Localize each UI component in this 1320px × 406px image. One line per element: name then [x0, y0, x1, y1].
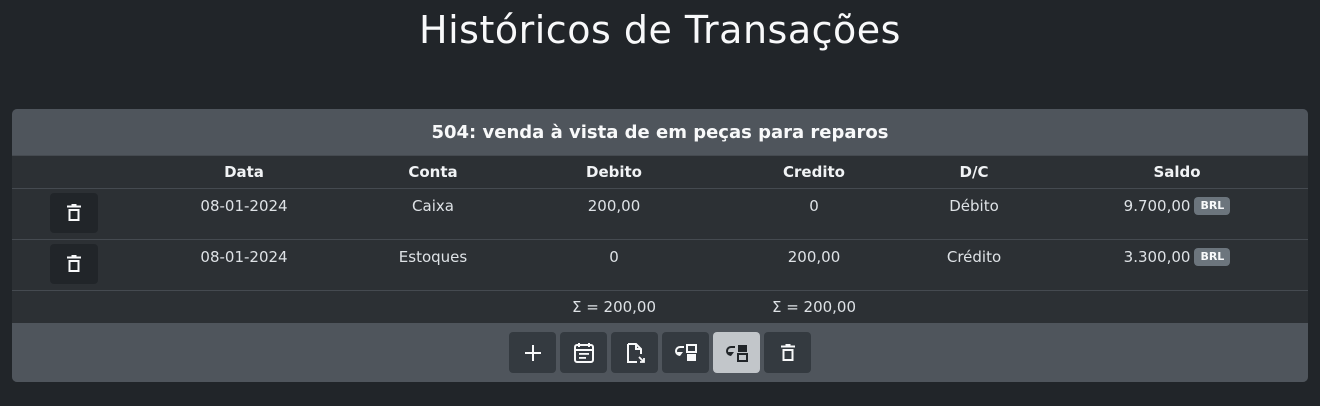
column-header-dc: D/C [959, 163, 989, 181]
cell-debito: 200,00 [587, 197, 641, 215]
table-row: 08-01-2024 Estoques 0 200,00 Crédito 3.3… [12, 239, 1308, 290]
page-title: Históricos de Transações [419, 8, 901, 52]
transaction-header: 504: venda à vista de em peças para repa… [12, 109, 1308, 155]
cell-saldo: 3.300,00 BRL [1082, 248, 1272, 266]
cell-dc: Crédito [946, 248, 1002, 266]
column-header-conta: Conta [408, 163, 458, 181]
column-header-debito: Debito [586, 163, 642, 181]
trash-icon [67, 255, 81, 273]
column-header-data: Data [224, 163, 264, 181]
total-credito: Σ = 200,00 [771, 298, 857, 316]
cell-saldo: 9.700,00 BRL [1082, 197, 1272, 215]
add-button[interactable] [509, 332, 556, 373]
saldo-value: 9.700,00 [1123, 197, 1191, 215]
total-debito: Σ = 200,00 [571, 298, 657, 316]
currency-badge: BRL [1194, 248, 1231, 266]
cell-dc: Débito [949, 197, 999, 215]
cell-conta: Caixa [412, 197, 454, 215]
saldo-value: 3.300,00 [1123, 248, 1191, 266]
swap-left-button[interactable] [662, 332, 709, 373]
cell-data: 08-01-2024 [200, 248, 288, 266]
trash-icon [780, 343, 795, 362]
cell-conta: Estoques [398, 248, 468, 266]
table-row: 08-01-2024 Caixa 200,00 0 Débito 9.700,0… [12, 188, 1308, 239]
delete-row-button[interactable] [50, 193, 98, 233]
plus-icon [524, 344, 541, 361]
currency-badge: BRL [1194, 197, 1231, 215]
transaction-card: 504: venda à vista de em peças para repa… [12, 109, 1308, 382]
delete-transaction-button[interactable] [764, 332, 811, 373]
calendar-icon [573, 342, 594, 363]
table-header-row: Data Conta Debito Credito D/C Saldo [12, 155, 1308, 188]
trash-icon [67, 204, 81, 222]
cell-credito: 0 [809, 197, 819, 215]
toolbar [12, 323, 1308, 382]
swap-right-button[interactable] [713, 332, 760, 373]
delete-row-button[interactable] [50, 244, 98, 284]
calendar-button[interactable] [560, 332, 607, 373]
column-header-saldo: Saldo [1153, 163, 1201, 181]
cell-debito: 0 [609, 248, 619, 266]
file-export-icon [625, 342, 645, 363]
cell-credito: 200,00 [787, 248, 841, 266]
column-header-credito: Credito [783, 163, 845, 181]
totals-row: Σ = 200,00 Σ = 200,00 [12, 290, 1308, 323]
swap-left-icon [674, 343, 697, 362]
export-button[interactable] [611, 332, 658, 373]
cell-data: 08-01-2024 [200, 197, 288, 215]
swap-right-icon [725, 344, 748, 362]
